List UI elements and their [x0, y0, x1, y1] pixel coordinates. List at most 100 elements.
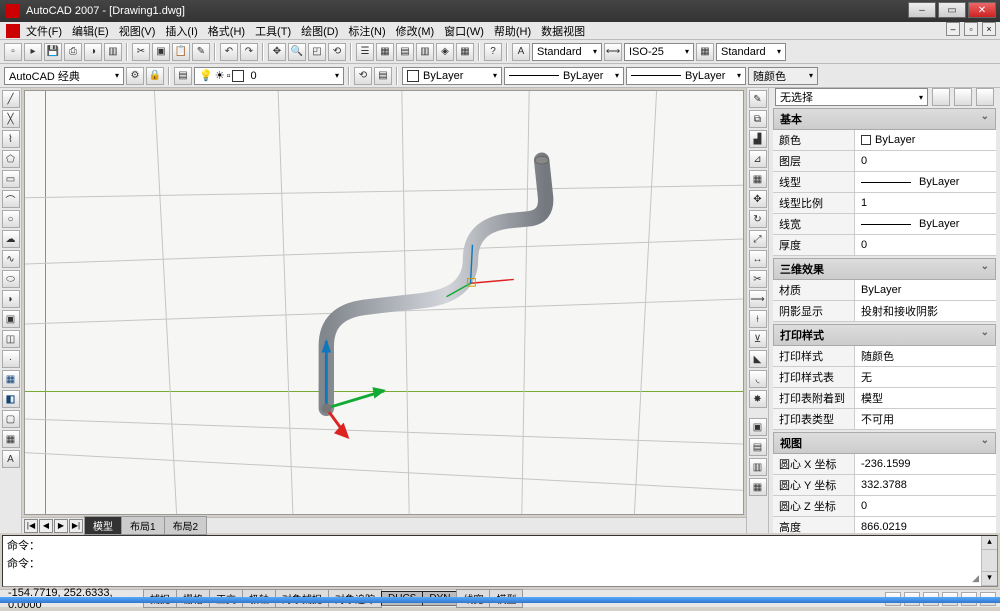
table-style-select[interactable]: Standard — [716, 43, 786, 61]
point-icon[interactable]: · — [2, 350, 20, 368]
menu-dim[interactable]: 标注(N) — [348, 23, 385, 39]
tab-layout1[interactable]: 布局1 — [121, 516, 165, 535]
dim-style-select[interactable]: ISO-25 — [624, 43, 694, 61]
property-value[interactable]: 无 — [855, 367, 996, 387]
properties-icon[interactable]: ☰ — [356, 43, 374, 61]
property-row[interactable]: 阴影显示投射和接收阴影 — [773, 301, 996, 322]
property-row[interactable]: 打印样式随颜色 — [773, 346, 996, 367]
property-row[interactable]: 线型比例1 — [773, 193, 996, 214]
mdi-restore-button[interactable]: ▫ — [964, 22, 978, 36]
rotate-icon[interactable]: ↻ — [749, 210, 767, 228]
property-value[interactable]: 随颜色 — [855, 346, 996, 366]
close-button[interactable]: ✕ — [968, 2, 996, 18]
dimstyle-icon[interactable]: ⟷ — [604, 43, 622, 61]
mdi-minimize-button[interactable]: – — [946, 22, 960, 36]
menu-help[interactable]: 帮助(H) — [494, 23, 531, 39]
copy-icon[interactable]: ▣ — [152, 43, 170, 61]
menu-edit[interactable]: 编辑(E) — [72, 23, 109, 39]
view-icon[interactable]: ▣ — [749, 418, 767, 436]
undo-icon[interactable]: ↶ — [220, 43, 238, 61]
property-row[interactable]: 打印表类型不可用 — [773, 409, 996, 430]
property-value[interactable]: 投射和接收阴影 — [855, 301, 996, 321]
property-value[interactable]: 866.0219 — [855, 517, 996, 533]
textstyle-icon[interactable]: A — [512, 43, 530, 61]
circle-icon[interactable]: ○ — [2, 210, 20, 228]
zoom-rt-icon[interactable]: 🔍 — [288, 43, 306, 61]
property-section-header[interactable]: 三维效果 — [773, 258, 996, 280]
cut-icon[interactable]: ✂ — [132, 43, 150, 61]
tablestyle-icon[interactable]: ▦ — [696, 43, 714, 61]
menu-file[interactable]: 文件(F) — [26, 23, 62, 39]
property-row[interactable]: 线型ByLayer — [773, 172, 996, 193]
pan-icon[interactable]: ✥ — [268, 43, 286, 61]
rectangle-icon[interactable]: ▭ — [2, 170, 20, 188]
layer-prev-icon[interactable]: ⟲ — [354, 67, 372, 85]
join-icon[interactable]: ⊻ — [749, 330, 767, 348]
arc-icon[interactable]: ⌒ — [2, 190, 20, 208]
paste-icon[interactable]: 📋 — [172, 43, 190, 61]
fillet-icon[interactable]: ◟ — [749, 370, 767, 388]
sheet-set-icon[interactable]: ▥ — [416, 43, 434, 61]
gradient-icon[interactable]: ◧ — [2, 390, 20, 408]
stretch-icon[interactable]: ↔ — [749, 250, 767, 268]
menu-format[interactable]: 格式(H) — [208, 23, 245, 39]
property-section-header[interactable]: 视图 — [773, 432, 996, 454]
text-style-select[interactable]: Standard — [532, 43, 602, 61]
extend-icon[interactable]: ⟶ — [749, 290, 767, 308]
property-value[interactable]: ByLayer — [855, 130, 996, 150]
menu-window[interactable]: 窗口(W) — [444, 23, 484, 39]
scale-icon[interactable]: ⤢ — [749, 230, 767, 248]
layer-state-icon[interactable]: ▤ — [374, 67, 392, 85]
mdi-close-button[interactable]: × — [982, 22, 996, 36]
block-icon[interactable]: ◫ — [2, 330, 20, 348]
quick-select-icon[interactable] — [932, 88, 950, 106]
view4-icon[interactable]: ▦ — [749, 478, 767, 496]
property-value[interactable]: ByLayer — [855, 172, 996, 192]
insert-icon[interactable]: ▣ — [2, 310, 20, 328]
menu-dataview[interactable]: 数据视图 — [541, 23, 585, 39]
match-icon[interactable]: ✎ — [192, 43, 210, 61]
break-icon[interactable]: ⟊ — [749, 310, 767, 328]
tool-palette-icon[interactable]: ▤ — [396, 43, 414, 61]
workspace-select[interactable]: AutoCAD 经典 — [4, 67, 124, 85]
lineweight-select[interactable]: ByLayer — [626, 67, 746, 85]
tab-nav-last[interactable]: ▶| — [69, 519, 83, 533]
menu-modify[interactable]: 修改(M) — [396, 23, 435, 39]
property-value[interactable]: ByLayer — [855, 280, 996, 300]
property-row[interactable]: 线宽ByLayer — [773, 214, 996, 235]
tab-nav-next[interactable]: ▶ — [54, 519, 68, 533]
property-row[interactable]: 颜色ByLayer — [773, 130, 996, 151]
property-row[interactable]: 打印样式表无 — [773, 367, 996, 388]
tab-nav-prev[interactable]: ◀ — [39, 519, 53, 533]
pickadd-icon[interactable] — [954, 88, 972, 106]
view2-icon[interactable]: ▤ — [749, 438, 767, 456]
xline-icon[interactable]: ╳ — [2, 110, 20, 128]
property-row[interactable]: 高度866.0219 — [773, 517, 996, 533]
table-icon[interactable]: ▦ — [2, 430, 20, 448]
property-row[interactable]: 圆心 Z 坐标0 — [773, 496, 996, 517]
property-row[interactable]: 打印表附着到模型 — [773, 388, 996, 409]
polygon-icon[interactable]: ⬠ — [2, 150, 20, 168]
workspace-lock-icon[interactable]: 🔒 — [146, 67, 164, 85]
copy2-icon[interactable]: ⧉ — [749, 110, 767, 128]
selection-select[interactable]: 无选择 — [775, 88, 928, 106]
property-value[interactable]: 0 — [855, 151, 996, 171]
command-window[interactable]: 命令： 命令： ▴ ▾ ◢ — [2, 535, 998, 587]
property-value[interactable]: 0 — [855, 235, 996, 255]
chamfer-icon[interactable]: ◣ — [749, 350, 767, 368]
scroll-up-icon[interactable]: ▴ — [982, 536, 997, 550]
erase-icon[interactable]: ✎ — [749, 90, 767, 108]
view3-icon[interactable]: ▥ — [749, 458, 767, 476]
drawing-canvas[interactable] — [24, 90, 744, 515]
tab-nav-first[interactable]: |◀ — [24, 519, 38, 533]
workspace-settings-icon[interactable]: ⚙ — [126, 67, 144, 85]
help-icon[interactable]: ? — [484, 43, 502, 61]
command-scrollbar[interactable]: ▴ ▾ — [981, 536, 997, 586]
select-objects-icon[interactable] — [976, 88, 994, 106]
new-icon[interactable]: ▫ — [4, 43, 22, 61]
mtext-icon[interactable]: A — [2, 450, 20, 468]
ellipse-icon[interactable]: ⬭ — [2, 270, 20, 288]
maximize-button[interactable]: ▭ — [938, 2, 966, 18]
property-value[interactable]: 0 — [855, 496, 996, 516]
property-value[interactable]: 模型 — [855, 388, 996, 408]
